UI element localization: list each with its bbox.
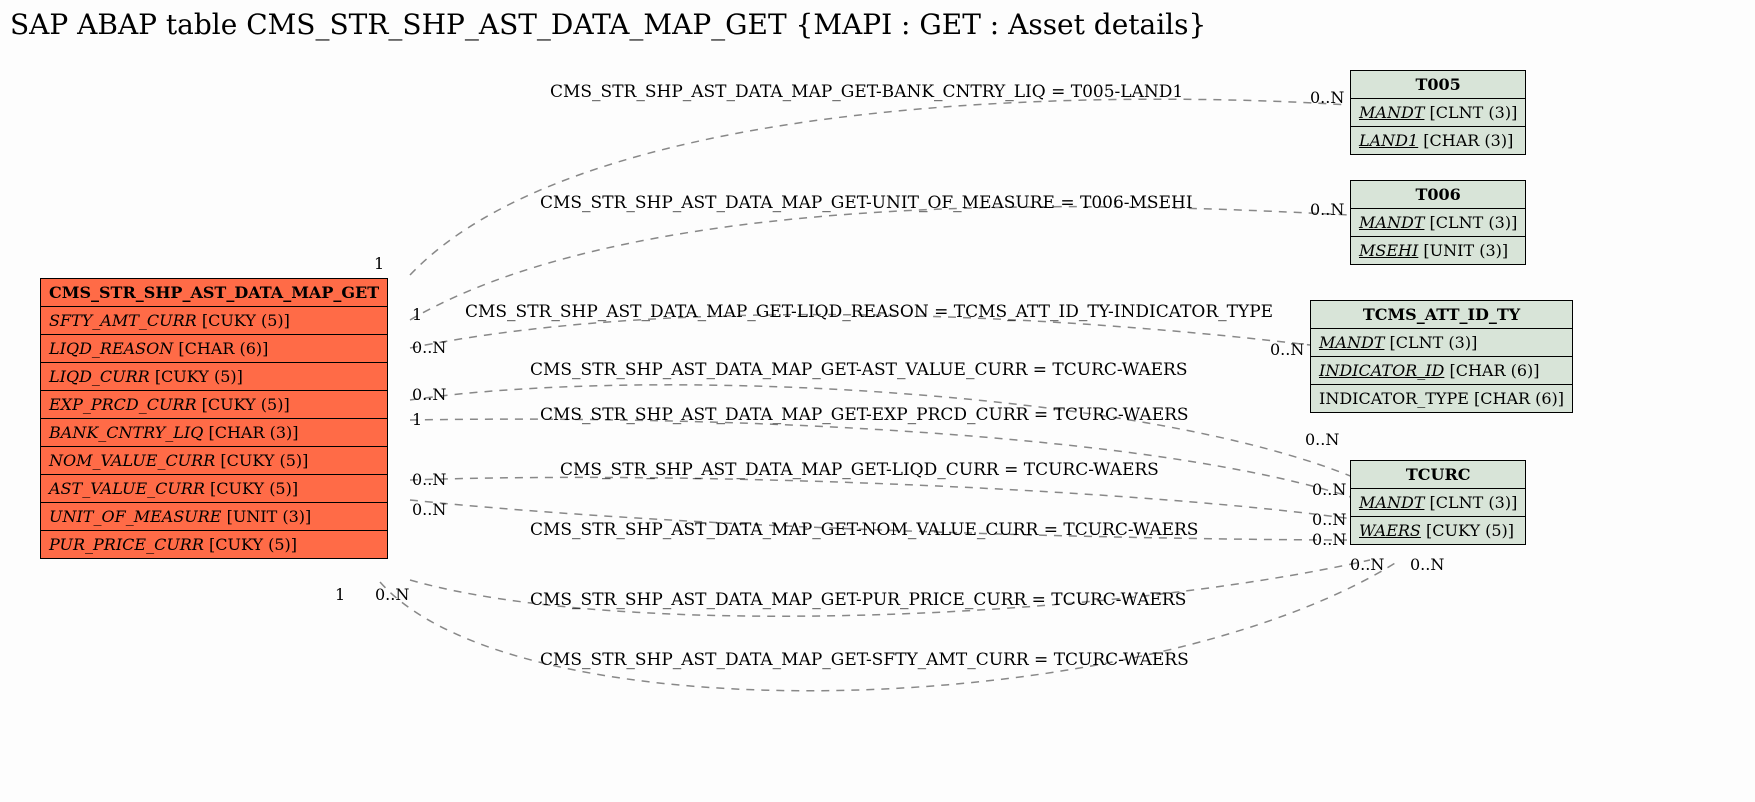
field: AST_VALUE_CURR [CUKY (5)] bbox=[41, 475, 388, 503]
entity-tcms-att-id-ty: TCMS_ATT_ID_TY MANDT [CLNT (3)] INDICATO… bbox=[1310, 300, 1573, 413]
field: MSEHI [UNIT (3)] bbox=[1351, 237, 1526, 265]
field: MANDT [CLNT (3)] bbox=[1351, 209, 1526, 237]
relationship-label: CMS_STR_SHP_AST_DATA_MAP_GET-PUR_PRICE_C… bbox=[530, 590, 1186, 610]
cardinality-label: 0..N bbox=[1350, 555, 1384, 574]
cardinality-label: 0..N bbox=[1312, 510, 1346, 529]
cardinality-label: 1 bbox=[412, 410, 422, 429]
relationship-label: CMS_STR_SHP_AST_DATA_MAP_GET-UNIT_OF_MEA… bbox=[540, 193, 1193, 213]
field: UNIT_OF_MEASURE [UNIT (3)] bbox=[41, 503, 388, 531]
cardinality-label: 0..N bbox=[375, 585, 409, 604]
page-title: SAP ABAP table CMS_STR_SHP_AST_DATA_MAP_… bbox=[10, 8, 1206, 41]
cardinality-label: 0..N bbox=[412, 338, 446, 357]
entity-main: CMS_STR_SHP_AST_DATA_MAP_GET SFTY_AMT_CU… bbox=[40, 278, 388, 559]
entity-main-header: CMS_STR_SHP_AST_DATA_MAP_GET bbox=[41, 279, 388, 307]
field: NOM_VALUE_CURR [CUKY (5)] bbox=[41, 447, 388, 475]
cardinality-label: 0..N bbox=[1305, 430, 1339, 449]
entity-t005-header: T005 bbox=[1351, 71, 1526, 99]
cardinality-label: 0..N bbox=[1312, 530, 1346, 549]
cardinality-label: 1 bbox=[412, 305, 422, 324]
cardinality-label: 0..N bbox=[1310, 200, 1344, 219]
field: LIQD_CURR [CUKY (5)] bbox=[41, 363, 388, 391]
cardinality-label: 0..N bbox=[1270, 340, 1304, 359]
field: WAERS [CUKY (5)] bbox=[1351, 517, 1526, 545]
relationship-label: CMS_STR_SHP_AST_DATA_MAP_GET-EXP_PRCD_CU… bbox=[540, 405, 1189, 425]
entity-t006-header: T006 bbox=[1351, 181, 1526, 209]
field: INDICATOR_ID [CHAR (6)] bbox=[1311, 357, 1573, 385]
relationship-label: CMS_STR_SHP_AST_DATA_MAP_GET-LIQD_CURR =… bbox=[560, 460, 1159, 480]
cardinality-label: 1 bbox=[335, 585, 345, 604]
field: MANDT [CLNT (3)] bbox=[1351, 99, 1526, 127]
entity-tcms-header: TCMS_ATT_ID_TY bbox=[1311, 301, 1573, 329]
entity-tcurc-header: TCURC bbox=[1351, 461, 1526, 489]
field: MANDT [CLNT (3)] bbox=[1311, 329, 1573, 357]
entity-tcurc: TCURC MANDT [CLNT (3)] WAERS [CUKY (5)] bbox=[1350, 460, 1526, 545]
entity-t006: T006 MANDT [CLNT (3)] MSEHI [UNIT (3)] bbox=[1350, 180, 1526, 265]
relationship-label: CMS_STR_SHP_AST_DATA_MAP_GET-AST_VALUE_C… bbox=[530, 360, 1187, 380]
entity-t005: T005 MANDT [CLNT (3)] LAND1 [CHAR (3)] bbox=[1350, 70, 1526, 155]
field: PUR_PRICE_CURR [CUKY (5)] bbox=[41, 531, 388, 559]
relationship-label: CMS_STR_SHP_AST_DATA_MAP_GET-SFTY_AMT_CU… bbox=[540, 650, 1189, 670]
field: EXP_PRCD_CURR [CUKY (5)] bbox=[41, 391, 388, 419]
cardinality-label: 0..N bbox=[1310, 88, 1344, 107]
cardinality-label: 0..N bbox=[1312, 480, 1346, 499]
field: BANK_CNTRY_LIQ [CHAR (3)] bbox=[41, 419, 388, 447]
field: MANDT [CLNT (3)] bbox=[1351, 489, 1526, 517]
field: SFTY_AMT_CURR [CUKY (5)] bbox=[41, 307, 388, 335]
relationship-label: CMS_STR_SHP_AST_DATA_MAP_GET-LIQD_REASON… bbox=[465, 302, 1273, 322]
field: INDICATOR_TYPE [CHAR (6)] bbox=[1311, 385, 1573, 413]
relationship-label: CMS_STR_SHP_AST_DATA_MAP_GET-BANK_CNTRY_… bbox=[550, 82, 1183, 102]
field: LIQD_REASON [CHAR (6)] bbox=[41, 335, 388, 363]
cardinality-label: 1 bbox=[374, 254, 384, 273]
cardinality-label: 0..N bbox=[412, 385, 446, 404]
field: LAND1 [CHAR (3)] bbox=[1351, 127, 1526, 155]
cardinality-label: 0..N bbox=[412, 470, 446, 489]
cardinality-label: 0..N bbox=[1410, 555, 1444, 574]
relationship-label: CMS_STR_SHP_AST_DATA_MAP_GET-NOM_VALUE_C… bbox=[530, 520, 1198, 540]
cardinality-label: 0..N bbox=[412, 500, 446, 519]
